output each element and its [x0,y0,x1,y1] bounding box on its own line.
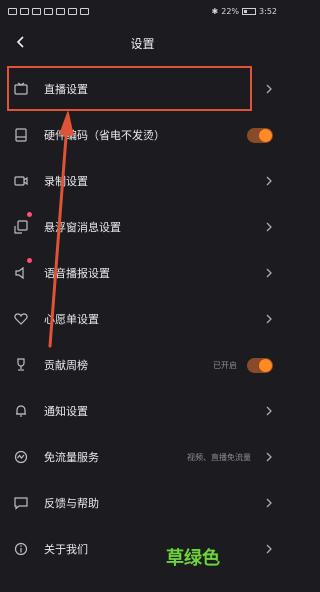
settings-item-label: 免流量服务 [44,451,99,464]
notification-icon [56,7,65,15]
heart-icon [12,310,30,328]
chevron-right-icon [261,403,277,419]
battery-icon [242,7,257,15]
chevron-right-icon [261,311,277,327]
chevron-right-icon [261,219,277,235]
settings-item-label: 通知设置 [44,405,88,418]
message-icon [44,7,53,15]
float-window-icon [12,218,30,236]
toggle-knob [259,358,272,372]
settings-item-about[interactable]: 关于我们 [0,526,285,572]
status-time: 3:52 [259,6,277,16]
page-title: 设置 [130,36,155,51]
info-icon [12,540,30,558]
trophy-icon [12,356,30,374]
settings-item-recording[interactable]: 录制设置 [0,158,285,204]
chevron-right-icon [261,173,277,189]
settings-item-label: 贡献周榜 [44,359,88,372]
settings-item-label: 心愿单设置 [44,313,99,326]
camera-icon [12,172,30,190]
feedback-icon [12,494,30,512]
sim-icon [8,7,17,15]
settings-item-label: 录制设置 [44,175,88,188]
wifi-icon [32,7,41,15]
back-button[interactable] [10,31,32,53]
chevron-right-icon [261,449,277,465]
header: 设置 [0,28,285,58]
settings-item-label: 硬件编码（省电不发烫） [44,129,165,142]
speaker-icon [12,264,30,282]
data-icon [12,448,30,466]
battery-percent: 22% [221,6,240,16]
settings-item-hardware-encoding: 硬件编码（省电不发烫） [0,112,285,158]
settings-item-wishlist[interactable]: 心愿单设置 [0,296,285,342]
chevron-right-icon [261,495,277,511]
chevron-right-icon [261,541,277,557]
settings-item-feedback[interactable]: 反馈与帮助 [0,480,285,526]
settings-list: 直播设置 硬件编码（省电不发烫） 录制设置 悬浮窗消息设置 语音播报设置 心愿单… [0,66,285,572]
watermark-text: 草绿色 [166,548,220,569]
new-badge-dot [27,212,32,217]
settings-item-weekly-contribution: 贡献周榜 已开启 [0,342,285,388]
status-left-icons [8,7,89,15]
weekly-contribution-toggle[interactable] [247,357,273,373]
status-bar: ✱ 22% 3:52 [0,0,285,22]
settings-item-notifications[interactable]: 通知设置 [0,388,285,434]
annotation-highlight-box [7,66,252,111]
settings-item-value: 已开启 [213,360,237,370]
device-icon [12,126,30,144]
settings-item-value: 视频、直播免流量 [187,452,251,462]
status-right: ✱ 22% 3:52 [212,7,277,16]
settings-item-free-data[interactable]: 免流量服务 视频、直播免流量 [0,434,285,480]
new-badge-dot [27,258,32,263]
chevron-left-icon [16,36,24,48]
chevron-right-icon [261,81,277,97]
bluetooth-icon: ✱ [211,6,219,16]
toggle-knob [259,128,272,142]
settings-item-label: 语音播报设置 [44,267,110,280]
settings-item-label: 关于我们 [44,543,88,556]
settings-item-floating-window[interactable]: 悬浮窗消息设置 [0,204,285,250]
app-icon [68,7,77,15]
settings-item-label: 悬浮窗消息设置 [44,221,121,234]
signal-icon [20,7,29,15]
settings-item-label: 反馈与帮助 [44,497,99,510]
hardware-encoding-toggle[interactable] [247,127,273,143]
settings-item-voice-broadcast[interactable]: 语音播报设置 [0,250,285,296]
bell-icon [12,402,30,420]
chevron-right-icon [261,265,277,281]
app-icon [80,7,89,15]
